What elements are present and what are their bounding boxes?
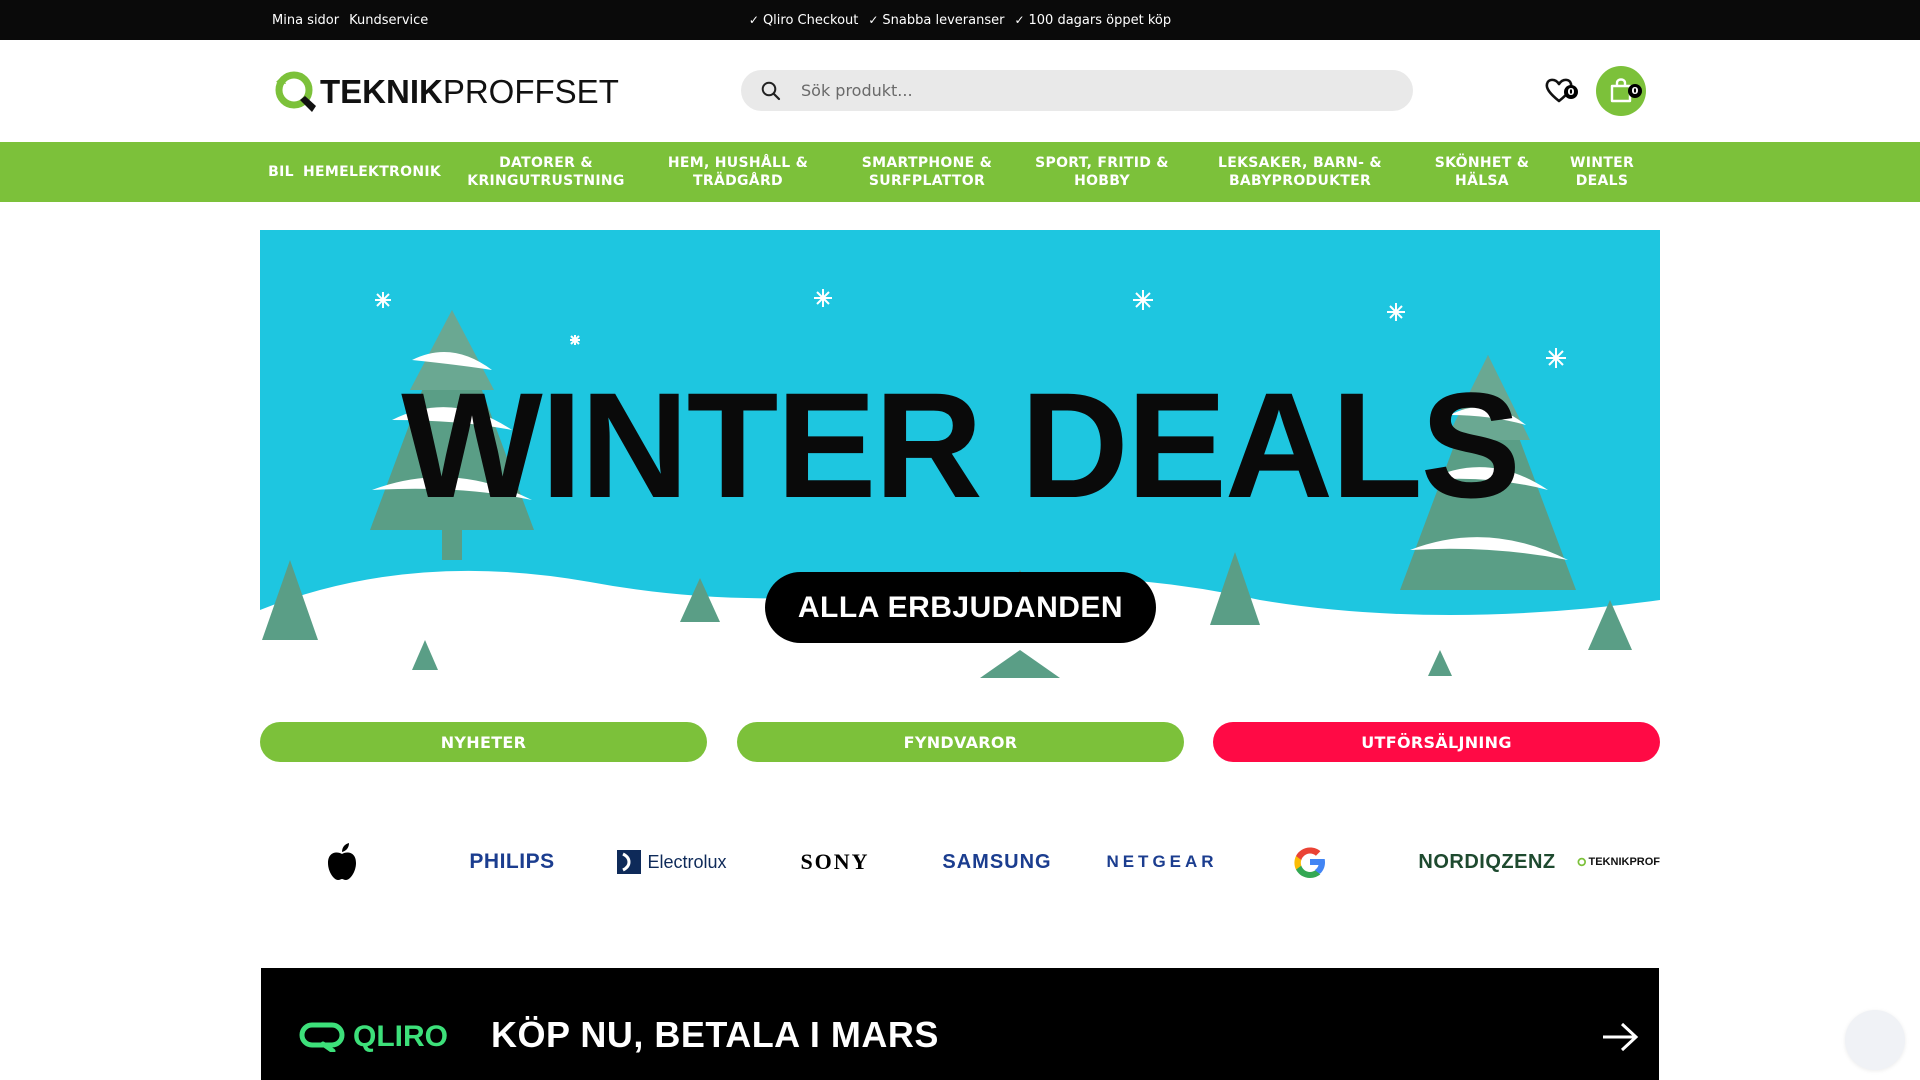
usp-list: ✓ Qliro Checkout ✓ Snabba leveranser ✓ 1… bbox=[0, 0, 1920, 40]
sale-button[interactable]: UTFÖRSÄLJNING bbox=[1213, 722, 1660, 762]
search-bar bbox=[741, 70, 1413, 111]
brand-strip: PHILIPS Electrolux SONY SAMSUNG NETGEAR … bbox=[272, 830, 1660, 894]
logo-text: TEKNIKPROFFSET bbox=[320, 72, 619, 110]
qliro-logo-text: QLIRO bbox=[353, 1020, 448, 1053]
usp-label: 100 dagars öppet köp bbox=[1028, 12, 1172, 28]
nav-item-bil[interactable]: BIL bbox=[262, 142, 300, 202]
snowflakes bbox=[375, 289, 1566, 368]
nav-item-datorer[interactable]: DATORER & KRINGUTRUSTNING bbox=[460, 142, 632, 202]
nav-item-hem-hushall[interactable]: HEM, HUSHÅLL & TRÄDGÅRD bbox=[664, 142, 812, 202]
logo-mark-icon bbox=[272, 68, 320, 114]
qliro-q-icon bbox=[299, 1022, 345, 1052]
check-icon: ✓ bbox=[1014, 13, 1025, 27]
brand-apple[interactable] bbox=[302, 830, 382, 894]
nav-item-leksaker[interactable]: LEKSAKER, BARN- & BABYPRODUKTER bbox=[1218, 142, 1382, 202]
check-icon: ✓ bbox=[868, 13, 879, 27]
brand-nordiqzenz[interactable]: NORDIQZENZ bbox=[1412, 830, 1562, 894]
qliro-banner[interactable]: QLIRO KÖP NU, BETALA I MARS bbox=[261, 968, 1659, 1080]
brand-philips[interactable]: PHILIPS bbox=[442, 830, 582, 894]
google-logo-icon bbox=[1294, 847, 1325, 878]
category-nav: BIL HEMELEKTRONIK DATORER & KRINGUTRUSTNI… bbox=[0, 142, 1920, 202]
usp-item: ✓ Qliro Checkout bbox=[749, 13, 858, 28]
brand-teknikproffset[interactable]: TEKNIKPROF bbox=[1577, 830, 1660, 894]
hero-title: WINTER DEALS bbox=[401, 361, 1521, 529]
usp-label: Snabba leveranser bbox=[882, 12, 1005, 28]
cart-count-badge: 0 bbox=[1628, 84, 1642, 98]
electrolux-logo-icon bbox=[617, 850, 642, 874]
chat-widget-button[interactable] bbox=[1845, 1010, 1905, 1070]
brand-sony[interactable]: SONY bbox=[765, 830, 905, 894]
site-header: TEKNIKPROFFSET 0 0 bbox=[0, 40, 1920, 142]
all-offers-button[interactable]: ALLA ERBJUDANDEN bbox=[765, 572, 1156, 643]
arrow-right-icon[interactable] bbox=[1601, 1022, 1639, 1056]
news-button[interactable]: NYHETER bbox=[260, 722, 707, 762]
nav-item-hemelektronik[interactable]: HEMELEKTRONIK bbox=[303, 142, 441, 202]
teknikproffset-mini-logo-icon bbox=[1577, 857, 1586, 867]
wishlist-button[interactable]: 0 bbox=[1544, 76, 1580, 106]
search-icon[interactable] bbox=[749, 70, 793, 111]
top-bar: Mina sidor Kundservice ✓ Qliro Checkout … bbox=[0, 0, 1920, 40]
brand-netgear[interactable]: NETGEAR bbox=[1087, 830, 1237, 894]
nav-item-winter-deals[interactable]: WINTER DEALS bbox=[1560, 142, 1644, 202]
search-input[interactable] bbox=[801, 81, 1381, 100]
qliro-message: KÖP NU, BETALA I MARS bbox=[491, 1014, 939, 1055]
brand-electrolux[interactable]: Electrolux bbox=[602, 830, 742, 894]
usp-item: ✓ 100 dagars öppet köp bbox=[1014, 13, 1171, 28]
cart-button[interactable]: 0 bbox=[1596, 66, 1646, 116]
teknikprof-label: TEKNIKPROF bbox=[1588, 856, 1661, 868]
check-icon: ✓ bbox=[748, 13, 759, 27]
nav-item-smartphone[interactable]: SMARTPHONE & SURFPLATTOR bbox=[860, 142, 994, 202]
bargains-button[interactable]: FYNDVAROR bbox=[737, 722, 1184, 762]
nav-item-sport[interactable]: SPORT, FRITID & HOBBY bbox=[1032, 142, 1172, 202]
brand-samsung[interactable]: SAMSUNG bbox=[927, 830, 1067, 894]
usp-item: ✓ Snabba leveranser bbox=[868, 13, 1004, 28]
hero-banner[interactable]: WINTER DEALS ALLA ERBJUDANDEN bbox=[260, 230, 1660, 678]
nav-item-skonhet[interactable]: SKÖNHET & HÄLSA bbox=[1428, 142, 1536, 202]
apple-logo-icon bbox=[328, 843, 356, 880]
electrolux-label: Electrolux bbox=[647, 851, 727, 872]
usp-label: Qliro Checkout bbox=[762, 12, 859, 28]
brand-google[interactable] bbox=[1260, 830, 1360, 894]
wishlist-count-badge: 0 bbox=[1564, 85, 1578, 99]
site-logo[interactable]: TEKNIKPROFFSET bbox=[272, 68, 619, 114]
qliro-logo: QLIRO bbox=[299, 1020, 448, 1054]
